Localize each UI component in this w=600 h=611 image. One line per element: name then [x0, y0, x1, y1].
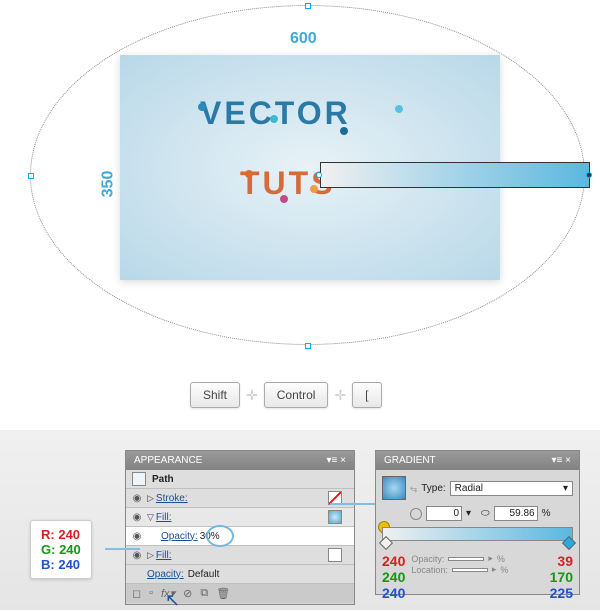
opacity-row-2[interactable]: ◉ Opacity: Default — [126, 565, 354, 584]
dimension-height: 350 — [99, 171, 117, 198]
stop-opacity-input[interactable] — [448, 557, 484, 561]
b-value: 240 — [58, 557, 80, 572]
visibility-icon[interactable]: ◉ — [130, 531, 144, 542]
stroke-row[interactable]: ◉ ▷ Stroke: — [126, 489, 354, 508]
fill-swatch-gradient[interactable] — [328, 510, 342, 524]
particle — [198, 103, 206, 111]
artwork-text-vector: VECTOR — [200, 95, 351, 132]
plus-icon: ✛ — [334, 387, 346, 404]
key-shift: Shift — [190, 382, 240, 408]
plus-icon: ✛ — [246, 387, 258, 404]
appearance-title: APPEARANCE — [134, 455, 202, 466]
opacity2-value: Default — [188, 569, 220, 580]
gradient-panel: GRADIENT ▾≡ × ⥃ Type: Radial▾ 0▾ ⬭ 59.86… — [375, 450, 580, 595]
fill-row-2[interactable]: ◉ ▷ Fill: — [126, 546, 354, 565]
keyboard-shortcut-hint: Shift ✛ Control ✛ [ — [190, 382, 382, 408]
gradient-title: GRADIENT — [384, 455, 436, 466]
stop-left-g: 240 — [382, 569, 405, 585]
r-label: R: — [41, 527, 55, 542]
stop-right-r: 39 — [550, 553, 573, 569]
delete-icon[interactable]: 🗑 — [216, 587, 230, 600]
particle — [270, 115, 278, 123]
fill-swatch-white[interactable] — [328, 548, 342, 562]
b-label: B: — [41, 557, 55, 572]
gradient-end-handle[interactable] — [586, 172, 592, 178]
location-field-label: Location: — [411, 565, 448, 575]
reverse-gradient-icon[interactable]: ⥃ — [410, 483, 417, 494]
clear-icon[interactable]: ⊘ — [183, 587, 192, 600]
particle — [245, 170, 253, 178]
fill-label[interactable]: Fill: — [156, 512, 172, 523]
duplicate-icon[interactable]: ⧉ — [200, 587, 208, 600]
gradient-preview-swatch[interactable] — [382, 476, 406, 500]
gradient-slider[interactable] — [382, 527, 573, 541]
r-value: 240 — [58, 527, 80, 542]
appearance-object-row[interactable]: Path — [126, 470, 354, 489]
key-bracket: [ — [352, 382, 381, 408]
leader-line — [105, 548, 140, 550]
stop-right-b: 225 — [550, 585, 573, 601]
appearance-panel-header[interactable]: APPEARANCE ▾≡ × — [126, 451, 354, 470]
anchor-left[interactable] — [28, 173, 34, 179]
object-name: Path — [152, 474, 174, 485]
particle — [280, 195, 288, 203]
gradient-annotator[interactable] — [320, 162, 590, 188]
visibility-icon[interactable]: ◉ — [130, 550, 144, 561]
stop-location-input[interactable] — [452, 568, 488, 572]
gradient-stop-left[interactable] — [379, 536, 393, 550]
angle-dial-icon[interactable] — [410, 508, 422, 520]
g-label: G: — [41, 542, 55, 557]
stop-left-r: 240 — [382, 553, 405, 569]
expand-icon[interactable]: ▷ — [147, 493, 154, 504]
rgb-callout-fill: R: 240 G: 240 B: 240 — [30, 520, 92, 579]
type-label: Type: — [421, 483, 445, 494]
fill2-label[interactable]: Fill: — [156, 550, 172, 561]
no-selection-icon[interactable]: ◻ — [132, 587, 141, 600]
stop-right-g: 170 — [550, 569, 573, 585]
visibility-icon[interactable]: ◉ — [130, 493, 144, 504]
gradient-stop-right[interactable] — [562, 536, 576, 550]
anchor-top[interactable] — [305, 3, 311, 9]
gradient-origin-handle[interactable] — [316, 172, 322, 178]
particle — [340, 127, 348, 135]
opacity-field-label: Opacity: — [411, 554, 444, 564]
leader-line — [330, 503, 378, 505]
object-thumb — [132, 472, 146, 486]
particle — [395, 105, 403, 113]
dimension-width: 600 — [290, 30, 317, 48]
stop-left-b: 240 — [382, 585, 405, 601]
stroke-label[interactable]: Stroke: — [156, 493, 188, 504]
panel-menu-icon[interactable]: ▾≡ × — [552, 455, 571, 466]
pct-label: % — [542, 508, 551, 519]
gradient-type-select[interactable]: Radial▾ — [450, 481, 573, 496]
appearance-footer: ◻ ▫ fx▾ ⊘ ⧉ 🗑 — [126, 584, 354, 603]
aspect-input[interactable]: 59.86 — [494, 506, 538, 521]
g-value: 240 — [59, 542, 81, 557]
opacity-label[interactable]: Opacity: — [161, 531, 198, 542]
canvas-area: VECTOR TUTS 600 350 — [0, 0, 600, 430]
opacity2-label[interactable]: Opacity: — [147, 569, 184, 580]
fill-row-1[interactable]: ◉ ▽ Fill: — [126, 508, 354, 527]
collapse-icon[interactable]: ▽ — [147, 512, 154, 523]
key-control: Control — [264, 382, 329, 408]
angle-input[interactable]: 0 — [426, 506, 462, 521]
expand-icon[interactable]: ▷ — [147, 550, 154, 561]
cursor-arrow-icon: ↖ — [165, 590, 180, 611]
panel-menu-icon[interactable]: ▾≡ × — [327, 455, 346, 466]
particle — [310, 185, 318, 193]
callout-circle-opacity — [206, 525, 234, 547]
new-fill-icon[interactable]: ▫ — [149, 587, 153, 600]
aspect-icon: ⬭ — [481, 508, 490, 519]
appearance-panel: APPEARANCE ▾≡ × Path ◉ ▷ Stroke: ◉ ▽ Fil… — [125, 450, 355, 605]
anchor-bottom[interactable] — [305, 343, 311, 349]
visibility-icon[interactable]: ◉ — [130, 512, 144, 523]
gradient-panel-header[interactable]: GRADIENT ▾≡ × — [376, 451, 579, 470]
opacity-row-1[interactable]: ◉ Opacity: 30% — [126, 527, 354, 546]
